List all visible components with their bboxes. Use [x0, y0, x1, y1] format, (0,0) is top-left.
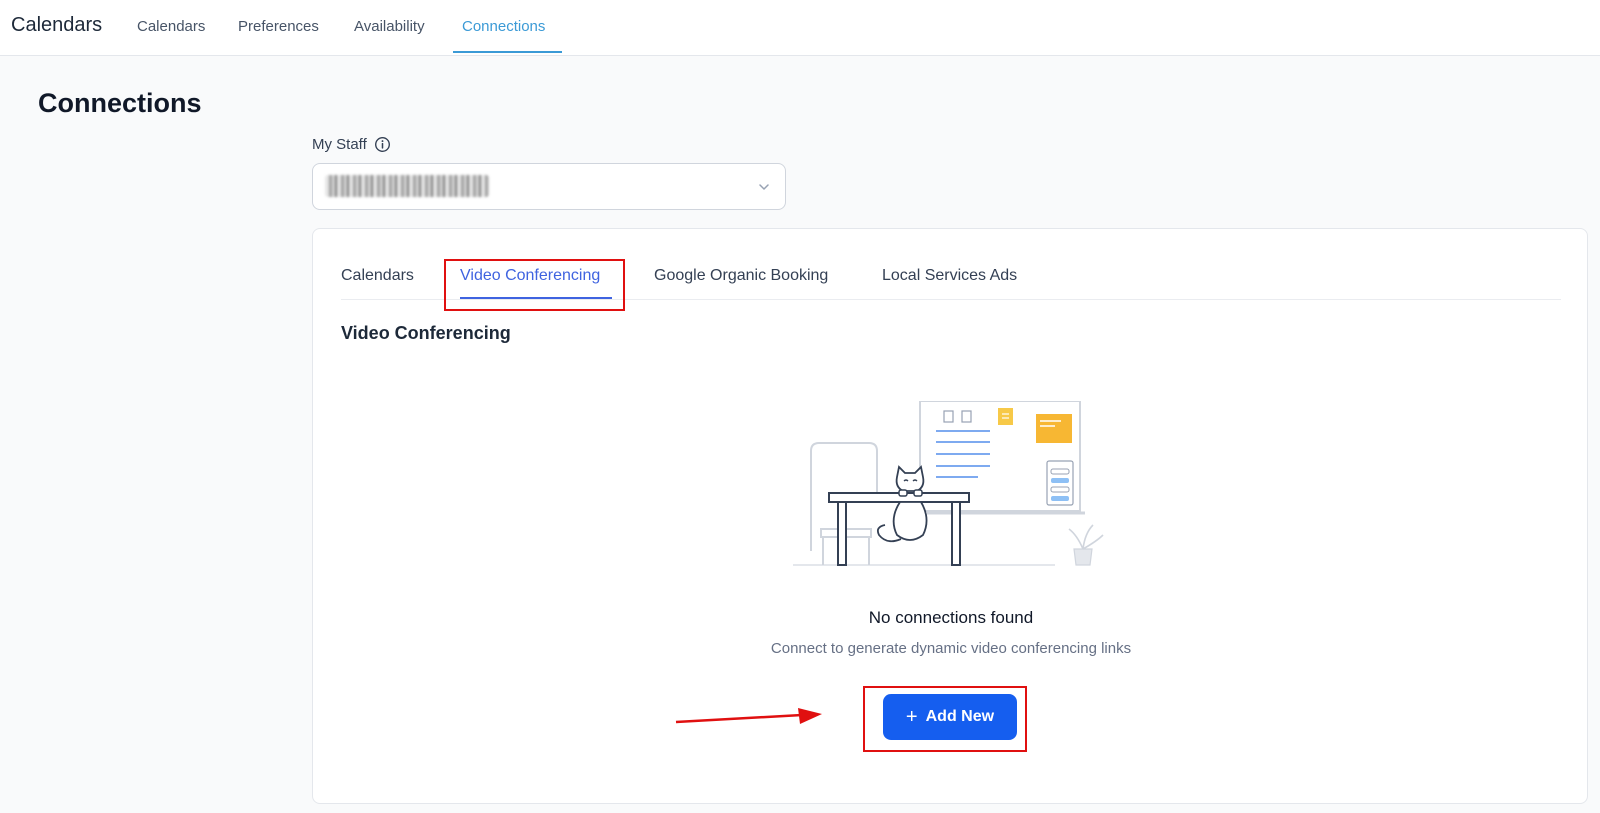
red-arrow-annotation-icon [675, 708, 822, 724]
tab-local-services-ads[interactable]: Local Services Ads [882, 267, 1017, 285]
top-navigation-bar: Calendars Calendars Preferences Availabi… [0, 0, 1600, 56]
tab-google-organic-booking[interactable]: Google Organic Booking [654, 267, 828, 285]
topnav-tab-preferences[interactable]: Preferences [238, 18, 319, 35]
connections-card: Calendars Video Conferencing Google Orga… [312, 228, 1588, 804]
highlight-box-button [863, 686, 1027, 752]
cat-under-desk-illustration [793, 401, 1104, 566]
staff-select-dropdown[interactable] [312, 163, 786, 210]
topnav-tab-calendars[interactable]: Calendars [137, 18, 205, 35]
empty-state-subtitle: Connect to generate dynamic video confer… [770, 640, 1132, 657]
section-title: Video Conferencing [341, 323, 511, 343]
page-title: Connections [38, 88, 202, 118]
staff-field-label: My Staff [312, 136, 391, 153]
active-tab-indicator [453, 51, 562, 53]
staff-label-text: My Staff [312, 136, 367, 153]
empty-state-title: No connections found [868, 608, 1034, 627]
highlight-box-tab [444, 259, 625, 311]
app-title: Calendars [11, 14, 103, 36]
topnav-tab-connections[interactable]: Connections [462, 18, 545, 35]
tab-calendars[interactable]: Calendars [341, 267, 414, 285]
redacted-staff-name [325, 175, 489, 197]
chevron-down-icon [759, 184, 769, 190]
topnav-tab-availability[interactable]: Availability [354, 18, 425, 35]
info-circle-icon[interactable] [374, 136, 391, 153]
